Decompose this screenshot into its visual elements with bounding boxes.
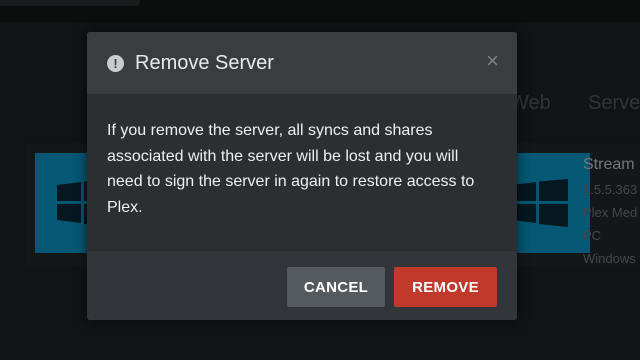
exclamation-circle-icon: ! [107, 55, 124, 72]
remove-server-dialog: ! Remove Server × If you remove the serv… [87, 32, 517, 320]
dialog-header: ! Remove Server × [87, 32, 517, 94]
close-icon[interactable]: × [486, 50, 499, 72]
dialog-message: If you remove the server, all syncs and … [107, 122, 475, 216]
remove-button[interactable]: REMOVE [394, 267, 497, 307]
dialog-title: Remove Server [135, 52, 274, 74]
dialog-footer: CANCEL REMOVE [87, 250, 517, 320]
cancel-button[interactable]: CANCEL [287, 267, 385, 307]
